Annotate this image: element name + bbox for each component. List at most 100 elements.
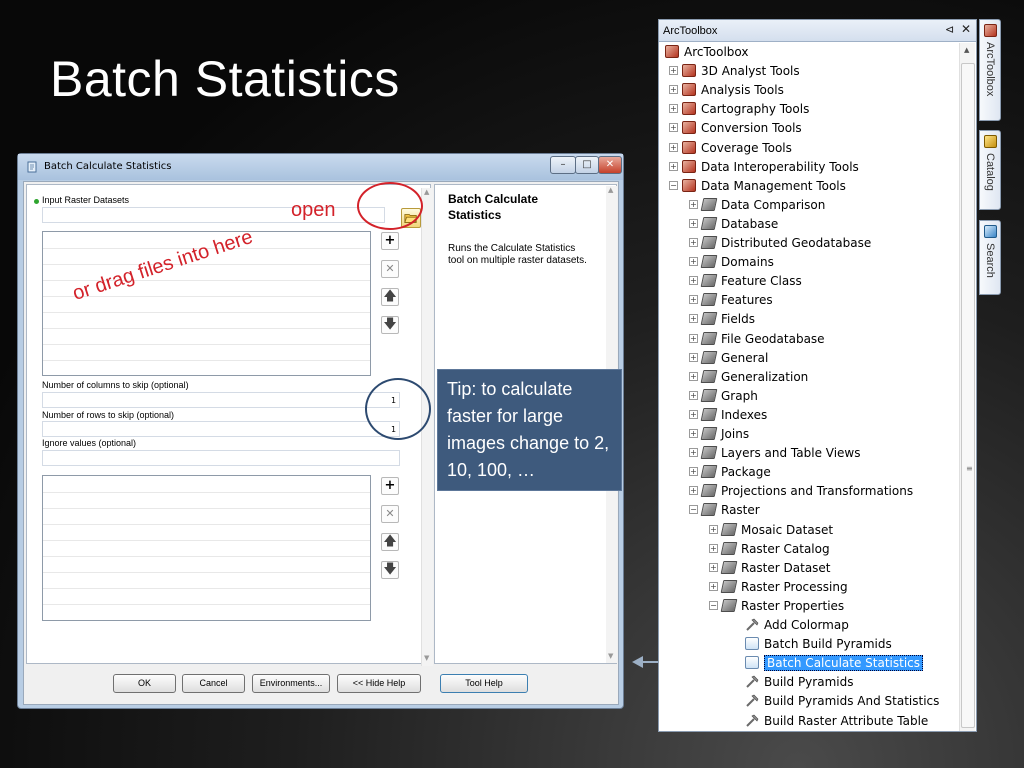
move-down-button[interactable]: 🡇: [381, 316, 399, 334]
expand-icon[interactable]: +: [689, 334, 698, 343]
columns-skip-field[interactable]: 1: [42, 392, 400, 408]
expand-icon[interactable]: +: [689, 295, 698, 304]
remove-row-button[interactable]: ✕: [381, 260, 399, 278]
expand-icon[interactable]: +: [669, 85, 678, 94]
tree-item-feature-class[interactable]: + Feature Class: [689, 272, 802, 291]
expand-icon[interactable]: +: [689, 314, 698, 323]
tab-catalog[interactable]: Catalog: [979, 130, 1001, 210]
tree-item-arctoolbox[interactable]: ArcToolbox: [665, 43, 748, 62]
tab-search[interactable]: Search: [979, 220, 1001, 295]
tree-item-indexes[interactable]: + Indexes: [689, 406, 767, 425]
value-up-button[interactable]: 🡅: [381, 533, 399, 551]
expand-icon[interactable]: +: [689, 486, 698, 495]
add-value-button[interactable]: +: [381, 477, 399, 495]
expand-icon[interactable]: +: [689, 276, 698, 285]
hide-help-button[interactable]: << Hide Help: [337, 674, 421, 693]
expand-icon[interactable]: +: [709, 582, 718, 591]
minimize-button[interactable]: –: [550, 156, 576, 174]
expand-icon[interactable]: +: [689, 238, 698, 247]
tree-item-raster-dataset[interactable]: + Raster Dataset: [709, 559, 831, 578]
expand-icon[interactable]: +: [709, 525, 718, 534]
tree-item-general[interactable]: + General: [689, 349, 768, 368]
tree-item-fields[interactable]: + Fields: [689, 310, 755, 329]
expand-icon[interactable]: +: [709, 544, 718, 553]
collapse-icon[interactable]: −: [669, 181, 678, 190]
expand-icon[interactable]: +: [689, 257, 698, 266]
tree-item-generalization[interactable]: + Generalization: [689, 368, 808, 387]
ok-button[interactable]: OK: [113, 674, 176, 693]
tree-item-graph[interactable]: + Graph: [689, 387, 758, 406]
expand-icon[interactable]: +: [669, 66, 678, 75]
expand-icon[interactable]: +: [689, 467, 698, 476]
dialog-titlebar[interactable]: Batch Calculate Statistics – □ ✕: [18, 154, 623, 180]
tree-item-raster-properties[interactable]: − Raster Properties: [709, 597, 844, 616]
rows-skip-field[interactable]: 1: [42, 421, 400, 437]
tree-item-file-geodatabase[interactable]: + File Geodatabase: [689, 330, 825, 349]
tree-item-features[interactable]: + Features: [689, 291, 773, 310]
tree-item-conversion-tools[interactable]: + Conversion Tools: [669, 119, 802, 138]
expand-icon[interactable]: +: [669, 143, 678, 152]
tree-item-raster[interactable]: − Raster: [689, 501, 760, 520]
expand-icon[interactable]: +: [689, 448, 698, 457]
add-row-button[interactable]: +: [381, 232, 399, 250]
tree-item-analysis-tools[interactable]: + Analysis Tools: [669, 81, 784, 100]
expand-icon[interactable]: +: [689, 372, 698, 381]
maximize-button[interactable]: □: [575, 156, 599, 174]
expand-icon[interactable]: +: [689, 200, 698, 209]
pin-icon[interactable]: ⊲: [945, 23, 954, 36]
catalog-icon: [984, 135, 997, 148]
expand-icon[interactable]: +: [689, 410, 698, 419]
toolbox-scrollbar[interactable]: ▲ ≡: [959, 43, 975, 731]
tab-arctoolbox-label: ArcToolbox: [984, 42, 996, 97]
tree-item-cartography-tools[interactable]: + Cartography Tools: [669, 100, 809, 119]
tree-item-raster-processing[interactable]: + Raster Processing: [709, 578, 848, 597]
expand-icon[interactable]: +: [669, 123, 678, 132]
tree-item-projections-and-transformations[interactable]: + Projections and Transformations: [689, 482, 913, 501]
collapse-icon[interactable]: −: [689, 505, 698, 514]
tree-item-joins[interactable]: + Joins: [689, 425, 749, 444]
cancel-button[interactable]: Cancel: [182, 674, 245, 693]
tree-item-distributed-geodatabase[interactable]: + Distributed Geodatabase: [689, 234, 871, 253]
tree-item-domains[interactable]: + Domains: [689, 253, 774, 272]
value-down-button[interactable]: 🡇: [381, 561, 399, 579]
tab-arctoolbox[interactable]: ArcToolbox: [979, 19, 1001, 121]
tree-item-database[interactable]: + Database: [689, 215, 778, 234]
arctoolbox-title: ArcToolbox: [663, 25, 718, 37]
tree-item-batch-build-pyramids[interactable]: Batch Build Pyramids: [745, 635, 892, 654]
tree-item-raster-catalog[interactable]: + Raster Catalog: [709, 540, 830, 559]
toolbox-icon: [682, 160, 696, 173]
tree-item-data-management-tools[interactable]: − Data Management Tools: [669, 177, 846, 196]
toolbox-icon: [682, 121, 696, 134]
tree-item-layers-and-table-views[interactable]: + Layers and Table Views: [689, 444, 861, 463]
expand-icon[interactable]: +: [669, 104, 678, 113]
tree-item-build-pyramids[interactable]: Build Pyramids: [745, 673, 853, 692]
tree-item-data-comparison[interactable]: + Data Comparison: [689, 196, 825, 215]
tree-item-package[interactable]: + Package: [689, 463, 771, 482]
close-button[interactable]: ✕: [598, 156, 622, 174]
ignore-values-field[interactable]: [42, 450, 400, 466]
expand-icon[interactable]: +: [709, 563, 718, 572]
tree-item-3d-analyst-tools[interactable]: +3D Analyst Tools: [669, 62, 800, 81]
collapse-icon[interactable]: −: [709, 601, 718, 610]
move-up-button[interactable]: 🡅: [381, 288, 399, 306]
hammer-tool-icon: [745, 618, 759, 631]
tree-item-batch-calculate-statistics[interactable]: Batch Calculate Statistics: [745, 654, 924, 673]
ignore-values-list[interactable]: [42, 475, 371, 621]
remove-value-button[interactable]: ✕: [381, 505, 399, 523]
expand-icon[interactable]: +: [689, 353, 698, 362]
tree-item-label: Package: [721, 465, 771, 479]
tool-help-button[interactable]: Tool Help: [440, 674, 528, 693]
tree-item-build-pyramids-and-statistics[interactable]: Build Pyramids And Statistics: [745, 692, 939, 711]
tree-item-build-raster-attribute-table[interactable]: Build Raster Attribute Table: [745, 712, 928, 731]
tree-item-coverage-tools[interactable]: + Coverage Tools: [669, 139, 792, 158]
tree-item-data-interoperability-tools[interactable]: + Data Interoperability Tools: [669, 158, 859, 177]
tree-item-add-colormap[interactable]: Add Colormap: [745, 616, 849, 635]
tree-item-mosaic-dataset[interactable]: + Mosaic Dataset: [709, 521, 833, 540]
close-icon[interactable]: ✕: [961, 22, 971, 36]
scrollbar-thumb[interactable]: ≡: [961, 63, 975, 728]
expand-icon[interactable]: +: [689, 391, 698, 400]
environments-button[interactable]: Environments...: [252, 674, 330, 693]
expand-icon[interactable]: +: [689, 219, 698, 228]
expand-icon[interactable]: +: [689, 429, 698, 438]
expand-icon[interactable]: +: [669, 162, 678, 171]
